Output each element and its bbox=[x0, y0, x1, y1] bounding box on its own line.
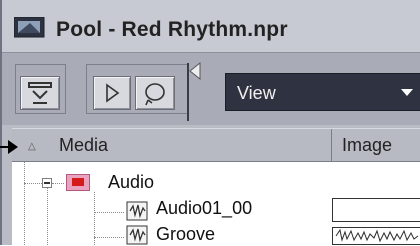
tree-guide-line bbox=[94, 237, 124, 238]
column-media[interactable]: △ Media bbox=[12, 129, 332, 162]
tree-guide-line bbox=[47, 188, 48, 245]
view-select-label: View bbox=[237, 83, 276, 104]
tree-guide-line bbox=[52, 183, 64, 184]
audio-file-icon bbox=[125, 200, 151, 222]
volume-slider-icon[interactable] bbox=[182, 61, 206, 123]
title-bar: Pool - Red Rhythm.npr bbox=[2, 0, 420, 53]
tree-guide-line bbox=[24, 162, 25, 245]
chevron-down-icon bbox=[401, 89, 413, 96]
callout-arrow-icon bbox=[8, 140, 18, 154]
loop-icon bbox=[136, 77, 174, 109]
audio-folder-icon bbox=[66, 174, 90, 191]
window-title: Pool - Red Rhythm.npr bbox=[56, 18, 288, 42]
record-dot bbox=[72, 178, 84, 186]
tree-guide-line bbox=[94, 212, 124, 213]
import-button[interactable] bbox=[20, 76, 60, 110]
pool-app-icon bbox=[14, 17, 46, 39]
up-triangle-icon: △ bbox=[28, 141, 36, 152]
tree-item-audio[interactable]: Audio bbox=[108, 172, 154, 193]
column-media-label: Media bbox=[59, 135, 108, 156]
waveform-image bbox=[332, 198, 420, 222]
play-icon bbox=[94, 77, 130, 109]
audio-file-icon bbox=[125, 224, 151, 246]
view-select[interactable]: View bbox=[225, 73, 420, 111]
import-icon bbox=[21, 77, 59, 109]
loop-button[interactable] bbox=[135, 76, 175, 110]
play-button[interactable] bbox=[93, 76, 131, 110]
pool-tree: Audio Audio01_00 Groove bbox=[12, 162, 420, 245]
tree-item-audio01-00[interactable]: Audio01_00 bbox=[156, 198, 252, 219]
tree-item-groove[interactable]: Groove bbox=[156, 224, 215, 245]
column-header: △ Media Image bbox=[12, 128, 420, 162]
waveform-image bbox=[332, 227, 420, 245]
pool-window: Pool - Red Rhythm.npr bbox=[0, 0, 420, 245]
collapse-toggle[interactable] bbox=[42, 178, 52, 188]
column-image-label: Image bbox=[342, 135, 392, 156]
tree-guide-line bbox=[24, 183, 42, 184]
